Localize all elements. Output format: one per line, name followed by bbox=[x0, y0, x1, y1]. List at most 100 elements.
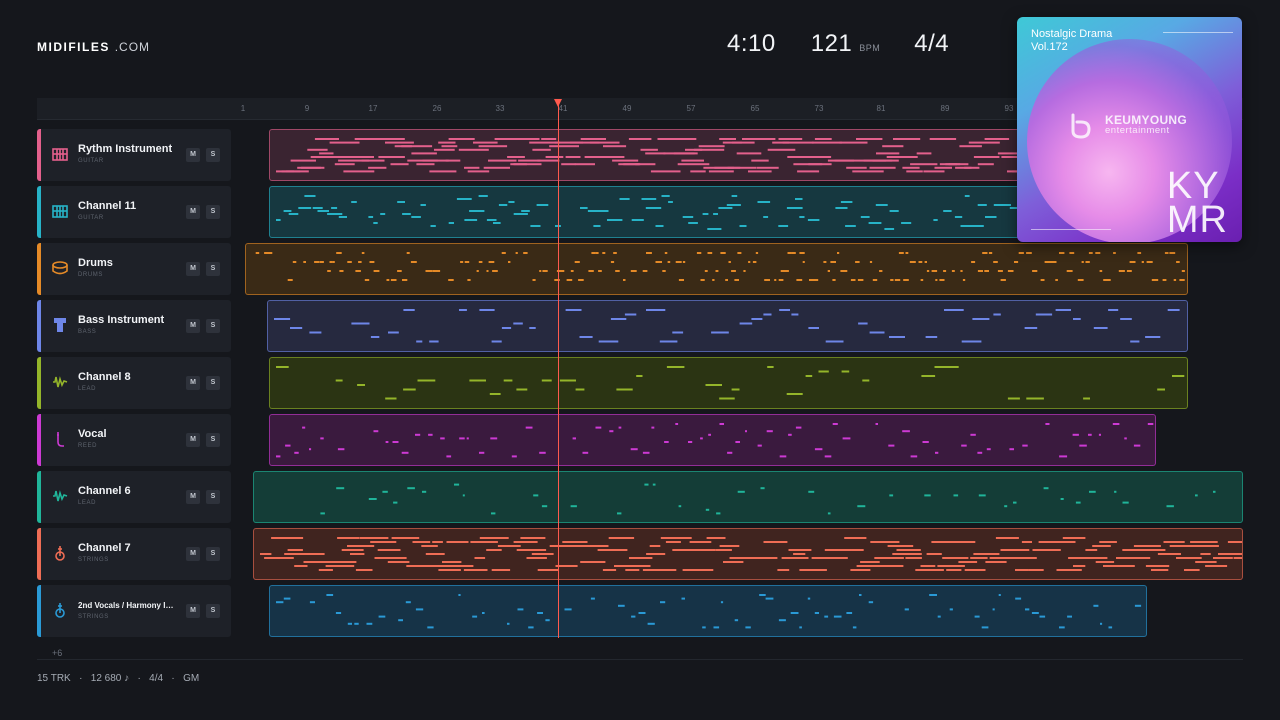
grid-instrument-icon bbox=[52, 146, 68, 162]
track-instrument-type: STRINGS bbox=[78, 557, 109, 563]
track-name[interactable]: Channel 6 bbox=[78, 485, 131, 497]
mute-button[interactable]: M bbox=[186, 262, 200, 276]
track-name[interactable]: Vocal bbox=[78, 428, 107, 440]
track-color-stripe bbox=[37, 471, 41, 523]
track-header[interactable]: Channel 6 LEAD M S bbox=[37, 471, 231, 523]
mute-button[interactable]: M bbox=[186, 547, 200, 561]
drum-icon bbox=[52, 260, 68, 276]
track-color-stripe bbox=[37, 243, 41, 295]
transport-stats: 4:10 121 BPM 4/4 bbox=[727, 30, 949, 58]
track-instrument-type: STRINGS bbox=[78, 614, 109, 620]
track-header[interactable]: Channel 8 LEAD M S bbox=[37, 357, 231, 409]
ruler-bar-26: 26 bbox=[432, 104, 442, 113]
midi-clip[interactable] bbox=[269, 357, 1188, 409]
track-color-stripe bbox=[37, 300, 41, 352]
violin-icon bbox=[52, 602, 68, 618]
midi-clip[interactable] bbox=[269, 414, 1156, 466]
note-count: 12 680 ♪ bbox=[90, 673, 130, 684]
track-name[interactable]: Channel 7 bbox=[78, 542, 131, 554]
midi-clip[interactable] bbox=[253, 528, 1243, 580]
tempo-value: 121 bbox=[810, 30, 853, 57]
ruler-bar-89: 89 bbox=[940, 104, 950, 113]
ruler-bar-49: 49 bbox=[622, 104, 632, 113]
track-instrument-type: REED bbox=[78, 443, 98, 449]
midi-clip[interactable] bbox=[253, 471, 1243, 523]
track-color-stripe bbox=[37, 414, 41, 466]
footer-meter: 4/4 bbox=[149, 673, 164, 684]
track-color-stripe bbox=[37, 528, 41, 580]
track-header[interactable]: Channel 11 GUITAR M S bbox=[37, 186, 231, 238]
track-header[interactable]: Rythm Instrument GUITAR M S bbox=[37, 129, 231, 181]
mute-button[interactable]: M bbox=[186, 490, 200, 504]
playhead-marker[interactable] bbox=[554, 99, 562, 107]
track-header[interactable]: Drums DRUMS M S bbox=[37, 243, 231, 295]
album-cover: Nostalgic Drama Vol.172 KEUMYOUNG enterta… bbox=[1017, 17, 1242, 242]
track-color-stripe bbox=[37, 186, 41, 238]
more-tracks-indicator[interactable]: +6 bbox=[52, 648, 62, 658]
solo-button[interactable]: S bbox=[206, 490, 220, 504]
solo-button[interactable]: S bbox=[206, 376, 220, 390]
label-subtitle: entertainment bbox=[1105, 125, 1170, 136]
song-duration: 4:10 bbox=[727, 30, 776, 57]
ruler-bar-93: 93 bbox=[1004, 104, 1014, 113]
ruler-bar-57: 57 bbox=[686, 104, 696, 113]
midi-notes bbox=[276, 366, 1185, 400]
label-logo: KEUMYOUNG entertainment bbox=[1065, 109, 1187, 141]
grid-instrument-icon bbox=[52, 203, 68, 219]
track-instrument-type: LEAD bbox=[78, 386, 97, 392]
track-name[interactable]: Bass Instrument bbox=[78, 314, 164, 326]
label-monogram: KY MR bbox=[1166, 165, 1228, 241]
mute-button[interactable]: M bbox=[186, 604, 200, 618]
track-name[interactable]: Channel 11 bbox=[78, 200, 136, 212]
site-logo[interactable]: MIDIFILES .COM bbox=[37, 40, 150, 54]
track-instrument-type: DRUMS bbox=[78, 272, 103, 278]
playhead-line[interactable] bbox=[558, 104, 559, 638]
solo-button[interactable]: S bbox=[206, 205, 220, 219]
waveform-icon bbox=[52, 488, 68, 504]
midi-notes bbox=[260, 537, 1242, 571]
solo-button[interactable]: S bbox=[206, 319, 220, 333]
midi-clip[interactable] bbox=[269, 585, 1147, 637]
solo-button[interactable]: S bbox=[206, 148, 220, 162]
track-header[interactable]: Bass Instrument BASS M S bbox=[37, 300, 231, 352]
album-title: Nostalgic Drama Vol.172 bbox=[1031, 28, 1113, 53]
mute-button[interactable]: M bbox=[186, 205, 200, 219]
track-header[interactable]: Vocal REED M S bbox=[37, 414, 231, 466]
violin-icon bbox=[52, 545, 68, 561]
ruler-bar-33: 33 bbox=[495, 104, 505, 113]
track-header[interactable]: Channel 7 STRINGS M S bbox=[37, 528, 231, 580]
bass-icon bbox=[52, 317, 68, 333]
track-instrument-type: LEAD bbox=[78, 500, 97, 506]
track-name[interactable]: Drums bbox=[78, 257, 113, 269]
midi-notes bbox=[255, 252, 1185, 281]
mute-button[interactable]: M bbox=[186, 433, 200, 447]
footer-summary: 15 TRK · 12 680 ♪ · 4/4 · GM bbox=[37, 673, 200, 684]
ruler-bar-1: 1 bbox=[240, 104, 246, 113]
track-instrument-type: GUITAR bbox=[78, 158, 104, 164]
track-color-stripe bbox=[37, 129, 41, 181]
mute-button[interactable]: M bbox=[186, 376, 200, 390]
mute-button[interactable]: M bbox=[186, 319, 200, 333]
midi-clip[interactable] bbox=[245, 243, 1188, 295]
time-signature: 4/4 bbox=[914, 30, 950, 57]
solo-button[interactable]: S bbox=[206, 604, 220, 618]
label-mark-icon bbox=[1071, 113, 1091, 139]
midi-notes bbox=[274, 309, 1180, 343]
track-name[interactable]: Rythm Instrument bbox=[78, 143, 172, 155]
track-header[interactable]: 2nd Vocals / Harmony Ins... STRINGS M S bbox=[37, 585, 231, 637]
solo-button[interactable]: S bbox=[206, 433, 220, 447]
track-name[interactable]: 2nd Vocals / Harmony Ins... bbox=[78, 601, 178, 610]
ruler-bar-17: 17 bbox=[368, 104, 378, 113]
solo-button[interactable]: S bbox=[206, 262, 220, 276]
midi-clip[interactable] bbox=[267, 300, 1188, 352]
midi-notes bbox=[276, 594, 1142, 629]
track-instrument-type: BASS bbox=[78, 329, 97, 335]
mute-button[interactable]: M bbox=[186, 148, 200, 162]
track-count: 15 TRK bbox=[37, 673, 71, 684]
track-instrument-type: GUITAR bbox=[78, 215, 104, 221]
track-color-stripe bbox=[37, 357, 41, 409]
album-volume: Vol.172 bbox=[1031, 41, 1068, 53]
track-name[interactable]: Channel 8 bbox=[78, 371, 131, 383]
reed-icon bbox=[52, 431, 68, 447]
solo-button[interactable]: S bbox=[206, 547, 220, 561]
